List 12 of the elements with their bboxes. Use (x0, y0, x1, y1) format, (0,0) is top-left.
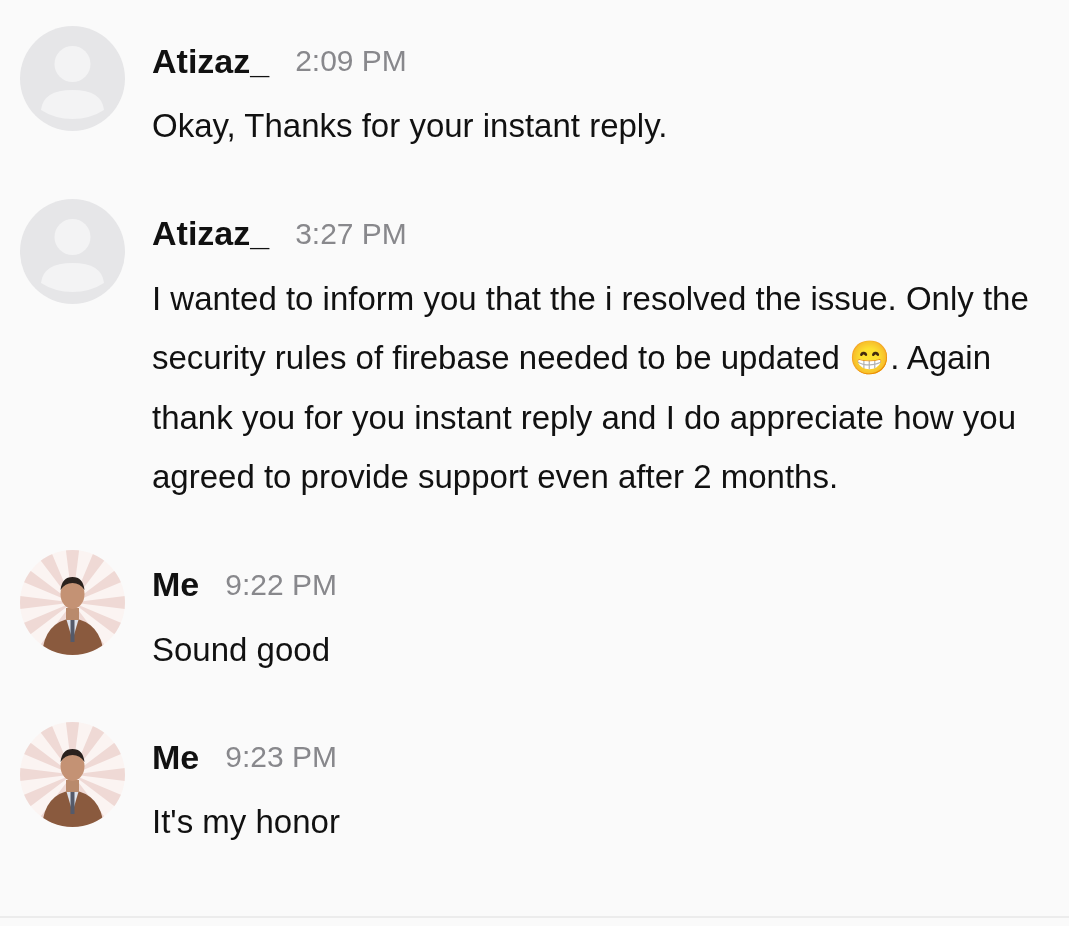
message-time: 3:27 PM (295, 216, 407, 251)
message-text: I wanted to inform you that the i resolved the issue. Only the security rules of firebase needed to be updated 😁. Again thank you for you instant reply and I do appreciate how you agreed to provide support even after 2 months. (152, 278, 1030, 497)
message-text: It's my honor (152, 802, 340, 842)
message-time: 9:22 PM (225, 567, 337, 602)
message-text: Okay, Thanks for your instant reply. (152, 106, 668, 146)
sender-name: Atizaz_ (152, 41, 270, 81)
sender-name: Me (152, 737, 200, 777)
message-time: 9:23 PM (225, 740, 337, 774)
message-time: 2:09 PM (295, 44, 407, 78)
message-text: Sound good (152, 629, 331, 670)
sender-name: Atizaz_ (152, 214, 270, 253)
sender-name: Me (152, 565, 200, 604)
